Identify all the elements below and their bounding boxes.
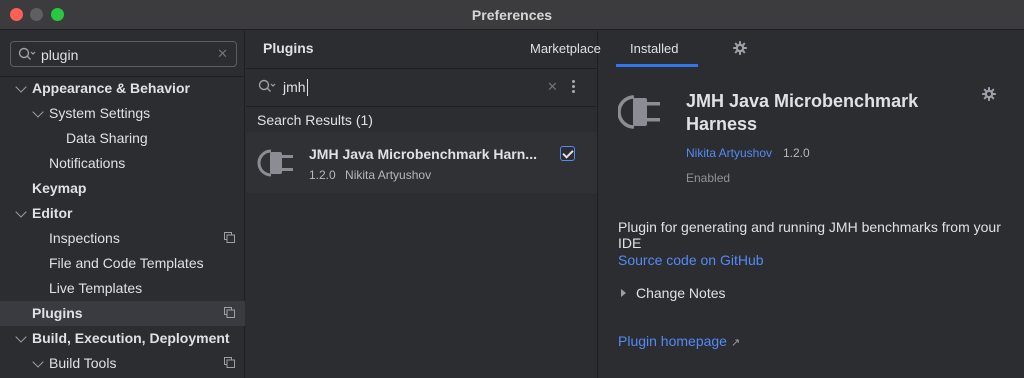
change-notes-toggle[interactable]: Change Notes	[621, 285, 726, 301]
settings-search-input[interactable]: plugin ✕	[10, 41, 237, 67]
plugin-meta: 1.2.0 Nikita Artyushov	[309, 168, 431, 182]
project-scope-icon	[224, 307, 235, 318]
sidebar-item-notifications[interactable]: Notifications	[0, 151, 245, 176]
sidebar-item-label: File and Code Templates	[49, 255, 204, 271]
sidebar-item-keymap[interactable]: Keymap	[0, 176, 245, 201]
sidebar-item-build-execution-deployment[interactable]: Build, Execution, Deployment	[0, 326, 245, 351]
change-notes-label: Change Notes	[636, 285, 726, 301]
chevron-down-icon	[32, 356, 44, 368]
gear-icon[interactable]	[733, 41, 747, 55]
sidebar-item-label: Inspections	[49, 230, 120, 246]
sidebar-item-live-templates[interactable]: Live Templates	[0, 276, 245, 301]
sidebar-item-label: Notifications	[49, 155, 126, 171]
sidebar-item-label: Data Sharing	[66, 130, 148, 146]
plugins-list-panel: Plugins jmh ✕ Search Results (1) JMH Jav…	[246, 31, 598, 378]
chevron-right-icon	[621, 289, 626, 297]
plugin-vendor-link[interactable]: Nikita Artyushov	[686, 146, 772, 160]
chevron-down-icon	[15, 206, 27, 218]
window-title: Preferences	[471, 7, 553, 23]
sidebar-item-label: System Settings	[49, 105, 151, 121]
gear-icon[interactable]	[982, 87, 996, 101]
tab-installed[interactable]: Installed	[630, 41, 678, 56]
text-cursor	[307, 79, 308, 96]
sidebar-item-plugins[interactable]: Plugins	[0, 301, 245, 326]
settings-sidebar: plugin ✕ Appearance & Behavior System Se…	[0, 31, 245, 378]
plugin-title: JMH Java Microbenchmark Harness	[686, 91, 919, 134]
sidebar-item-label: Editor	[32, 205, 73, 221]
plugin-homepage-label: Plugin homepage	[618, 333, 727, 349]
plugin-status: Enabled	[686, 171, 731, 185]
plugin-list-item[interactable]: JMH Java Microbenchmark Harn... 1.2.0 Ni…	[246, 132, 597, 193]
project-scope-icon	[224, 357, 235, 368]
sidebar-item-label: Build Tools	[49, 355, 117, 371]
sidebar-item-inspections[interactable]: Inspections	[0, 226, 245, 251]
panel-divider	[246, 68, 598, 69]
plugin-vendor: Nikita Artyushov	[345, 168, 432, 182]
sidebar-item-label: Appearance & Behavior	[32, 80, 190, 96]
sidebar-item-system-settings[interactable]: System Settings	[0, 101, 245, 126]
sidebar-item-data-sharing[interactable]: Data Sharing	[0, 126, 245, 151]
plugin-name: JMH Java Microbenchmark Harn...	[309, 146, 537, 162]
source-code-link[interactable]: Source code on GitHub	[618, 252, 764, 268]
search-icon	[18, 47, 36, 60]
more-options-icon[interactable]	[572, 80, 576, 95]
plugin-description: Plugin for generating and running JMH be…	[618, 219, 1001, 251]
active-tab-indicator	[616, 64, 698, 67]
sidebar-item-file-code-templates[interactable]: File and Code Templates	[0, 251, 245, 276]
sidebar-item-label: Live Templates	[49, 280, 143, 296]
page-title: Plugins	[263, 40, 314, 56]
clear-search-icon[interactable]: ✕	[217, 46, 228, 62]
settings-search-value: plugin	[41, 47, 79, 63]
plugin-search-input[interactable]: jmh	[283, 79, 306, 95]
sidebar-item-appearance-behavior[interactable]: Appearance & Behavior	[0, 76, 245, 101]
project-scope-icon	[224, 232, 235, 243]
plugin-icon	[257, 149, 293, 177]
sidebar-item-label: Plugins	[32, 305, 83, 321]
search-results-label: Search Results (1)	[257, 112, 373, 128]
chevron-down-icon	[15, 81, 27, 93]
sidebar-item-build-tools[interactable]: Build Tools	[0, 351, 245, 376]
sidebar-item-label: Keymap	[32, 180, 87, 196]
plugin-icon	[618, 95, 660, 129]
plugin-homepage-link[interactable]: Plugin homepage ↗	[618, 333, 740, 349]
chevron-down-icon	[15, 331, 27, 343]
sidebar-item-editor[interactable]: Editor	[0, 201, 245, 226]
external-link-icon: ↗	[730, 337, 741, 349]
tab-marketplace[interactable]: Marketplace	[530, 41, 601, 56]
chevron-down-icon	[32, 106, 44, 118]
plugin-enabled-checkbox[interactable]	[560, 146, 575, 161]
search-icon	[258, 79, 276, 92]
plugin-version: 1.2.0	[783, 146, 810, 160]
title-bar: Preferences	[0, 0, 1024, 30]
plugin-version: 1.2.0	[309, 168, 336, 182]
plugin-details-panel: JMH Java Microbenchmark Harness Nikita A…	[599, 68, 1024, 378]
sidebar-item-label: Build, Execution, Deployment	[32, 330, 230, 346]
search-results-header: Search Results (1)	[246, 106, 598, 132]
clear-search-icon[interactable]: ✕	[547, 79, 558, 95]
